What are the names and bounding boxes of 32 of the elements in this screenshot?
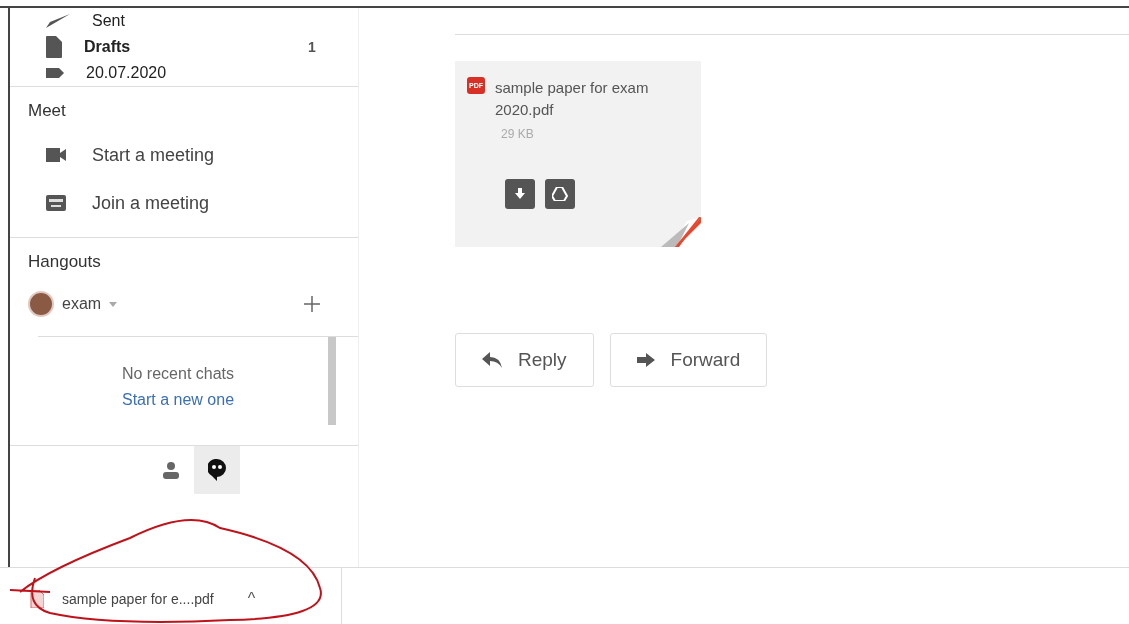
download-icon	[514, 188, 526, 200]
reply-icon	[482, 352, 502, 368]
download-button[interactable]	[505, 179, 535, 209]
download-item[interactable]: sample paper for e....pdf ^	[30, 568, 342, 624]
person-icon	[163, 461, 179, 479]
action-button[interactable]: Forward	[609, 333, 768, 387]
folder-item[interactable]: Sent	[10, 8, 358, 34]
chat-bubble-icon	[208, 459, 226, 481]
start-chat-link[interactable]: Start a new one	[121, 391, 235, 409]
action-button[interactable]: Reply	[455, 333, 594, 387]
save-to-drive-button[interactable]	[545, 179, 575, 209]
folder-item[interactable]: 20.07.2020	[10, 60, 358, 86]
empty-chats-text: No recent chats	[121, 365, 235, 383]
hangouts-tab[interactable]	[194, 446, 240, 494]
file-icon	[46, 36, 62, 58]
video-camera-icon	[46, 148, 66, 162]
user-name[interactable]: exam	[62, 295, 102, 313]
avatar	[28, 291, 54, 317]
keyboard-icon	[46, 195, 66, 211]
scrollbar[interactable]	[328, 337, 336, 425]
folder-item[interactable]: Drafts 1	[10, 34, 358, 60]
send-icon	[46, 14, 70, 28]
unread-count: 1	[308, 39, 317, 55]
section-title: Meet	[27, 101, 67, 121]
meet-item[interactable]: Start a meeting	[10, 131, 358, 179]
file-name: sample paper for exam 2020.pdf	[495, 78, 650, 120]
section-title: Hangouts	[27, 252, 102, 272]
forward-icon	[636, 353, 655, 367]
label-icon	[46, 68, 64, 78]
meet-item[interactable]: Join a meeting	[10, 179, 358, 227]
caret-icon[interactable]: ^	[247, 590, 256, 608]
file-size: 29 KB	[501, 127, 535, 141]
